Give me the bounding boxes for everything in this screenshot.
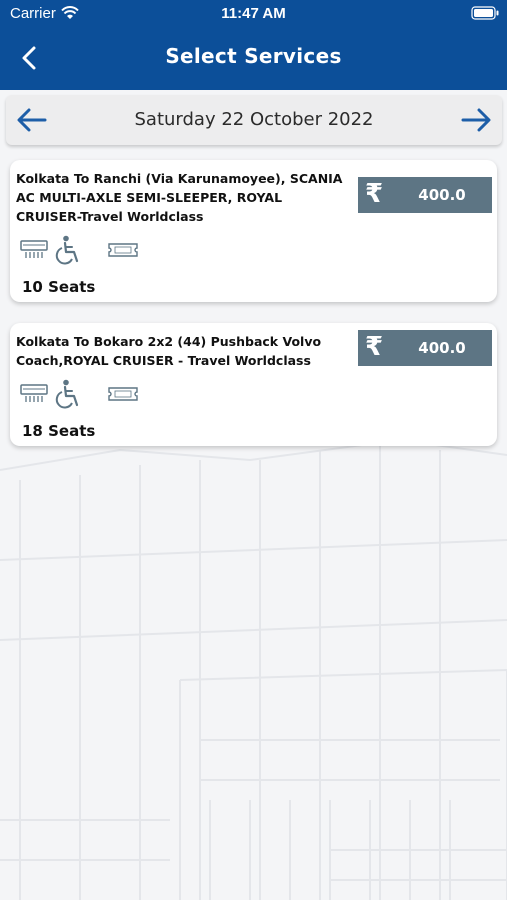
wheelchair-icon	[55, 379, 79, 409]
fare-box: ₹ 400.0	[358, 177, 492, 213]
rupee-icon: ₹	[365, 179, 384, 209]
ticket-icon	[108, 243, 138, 257]
amenities	[20, 379, 150, 409]
app-header: Carrier 11:47 AM Select Services	[0, 0, 507, 90]
rupee-icon: ₹	[365, 332, 384, 362]
ac-icon	[20, 384, 48, 402]
service-card[interactable]: Kolkata To Ranchi (Via Karunamoyee), SCA…	[10, 160, 497, 302]
ac-icon	[20, 240, 48, 258]
seats-available: 18 Seats	[22, 422, 96, 440]
route-name: Kolkata To Ranchi (Via Karunamoyee), SCA…	[16, 171, 343, 224]
next-date-arrow-icon[interactable]	[460, 106, 492, 134]
ticket-icon	[108, 387, 138, 401]
selected-date: Saturday 22 October 2022	[134, 109, 374, 130]
wheelchair-icon	[55, 235, 79, 265]
fare-amount: 400.0	[418, 186, 466, 204]
fare-box: ₹ 400.0	[358, 330, 492, 366]
seats-available: 10 Seats	[22, 278, 96, 296]
fare-amount: 400.0	[418, 339, 466, 357]
battery-icon	[471, 6, 499, 20]
background-illustration	[0, 440, 507, 900]
status-bar: Carrier 11:47 AM	[0, 0, 507, 28]
amenities	[20, 235, 150, 265]
clock: 11:47 AM	[221, 5, 286, 22]
route-name: Kolkata To Bokaro 2x2 (44) Pushback Volv…	[16, 334, 322, 368]
service-card[interactable]: Kolkata To Bokaro 2x2 (44) Pushback Volv…	[10, 323, 497, 446]
page-title: Select Services	[165, 44, 342, 68]
date-selector: Saturday 22 October 2022	[6, 95, 502, 145]
